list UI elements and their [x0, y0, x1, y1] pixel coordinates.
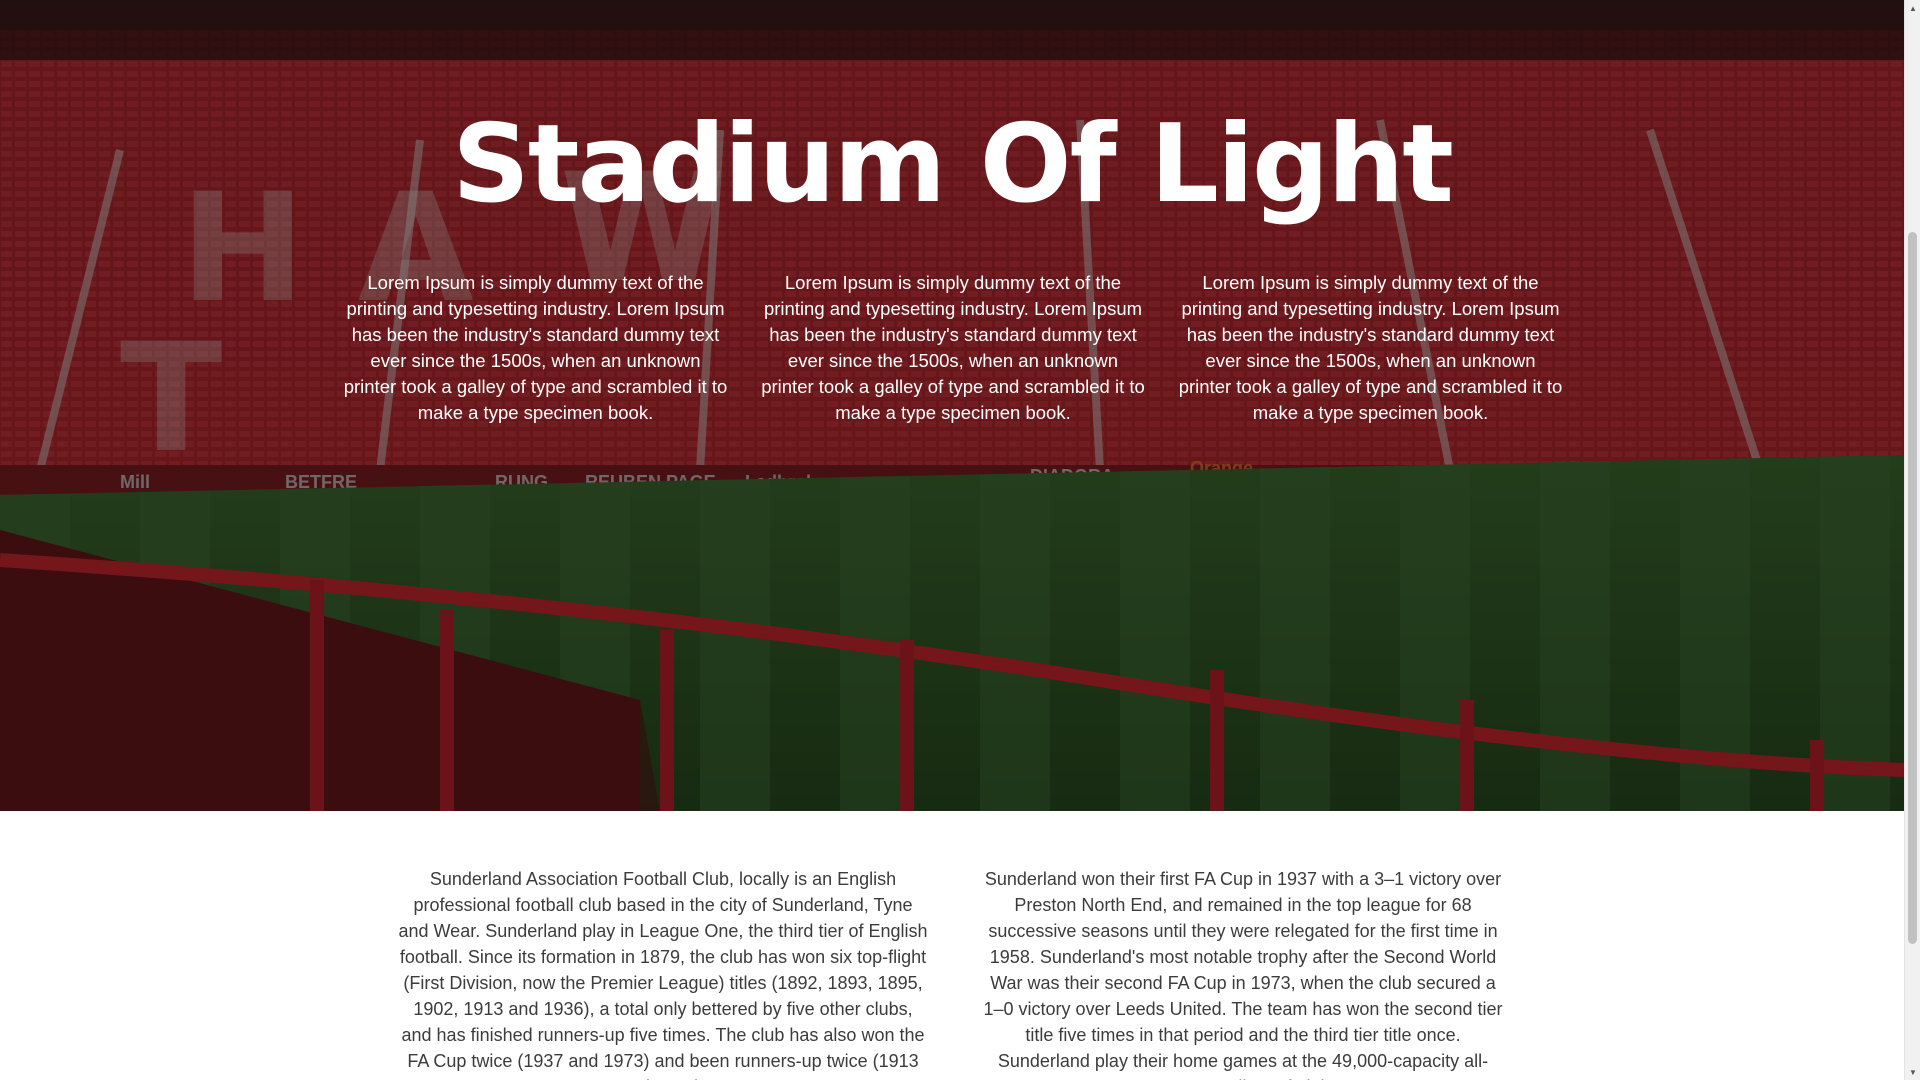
hero-column-text: Lorem Ipsum is simply dummy text of the … [343, 272, 728, 423]
hero-title: Stadium Of Light [452, 102, 1454, 227]
about-paragraph: Sunderland won their first FA Cup in 193… [983, 869, 1503, 1080]
about-paragraph: Sunderland Association Football Club, lo… [398, 869, 928, 1080]
hero-columns: Lorem Ipsum is simply dummy text of the … [343, 270, 1563, 426]
hero-column-text: Lorem Ipsum is simply dummy text of the … [1178, 272, 1563, 423]
scrollbar-thumb[interactable] [1908, 232, 1917, 944]
about-columns: Sunderland Association Football Club, lo… [398, 866, 1508, 1080]
hero-section: H A W T Mill BETFRE RUNG REUBEN PAGE Lad… [0, 0, 1904, 811]
about-section: Sunderland Association Football Club, lo… [0, 811, 1904, 1080]
hero-column-text: Lorem Ipsum is simply dummy text of the … [761, 272, 1145, 423]
scroll-down-arrow-icon[interactable]: ▼ [1905, 1064, 1920, 1080]
scroll-up-arrow-icon[interactable]: ▲ [1905, 0, 1920, 16]
vertical-scrollbar[interactable]: ▲ ▼ [1904, 0, 1920, 1080]
page: H A W T Mill BETFRE RUNG REUBEN PAGE Lad… [0, 0, 1904, 1080]
